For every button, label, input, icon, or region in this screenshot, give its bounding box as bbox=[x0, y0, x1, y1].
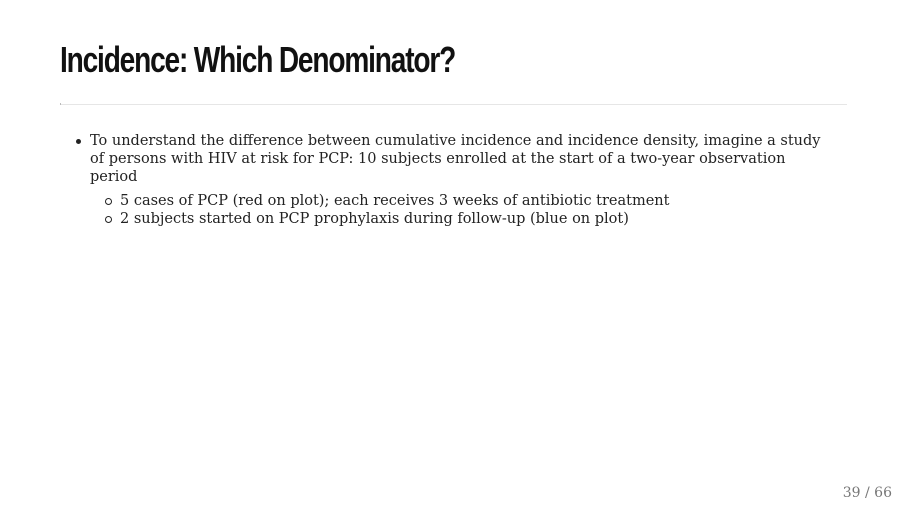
sub-bullet-text: 5 cases of PCP (red on plot); each recei… bbox=[120, 193, 670, 209]
bullet-item: To understand the difference between cum… bbox=[60, 132, 830, 228]
sub-bullet-item: 5 cases of PCP (red on plot); each recei… bbox=[90, 192, 830, 210]
sub-bullet-text: 2 subjects started on PCP prophylaxis du… bbox=[120, 211, 629, 227]
sub-bullet-item: 2 subjects started on PCP prophylaxis du… bbox=[90, 210, 830, 228]
title-divider-marker bbox=[60, 103, 61, 105]
slide: Incidence: Which Denominator? To underst… bbox=[0, 0, 907, 511]
bullet-text: To understand the difference between cum… bbox=[90, 133, 821, 185]
slide-title: Incidence: Which Denominator? bbox=[60, 39, 456, 80]
slide-content: To understand the difference between cum… bbox=[60, 132, 830, 228]
sub-bullet-list: 5 cases of PCP (red on plot); each recei… bbox=[90, 192, 830, 228]
title-divider bbox=[60, 104, 847, 105]
bullet-list: To understand the difference between cum… bbox=[60, 132, 830, 228]
slide-number: 39 / 66 bbox=[842, 485, 892, 501]
